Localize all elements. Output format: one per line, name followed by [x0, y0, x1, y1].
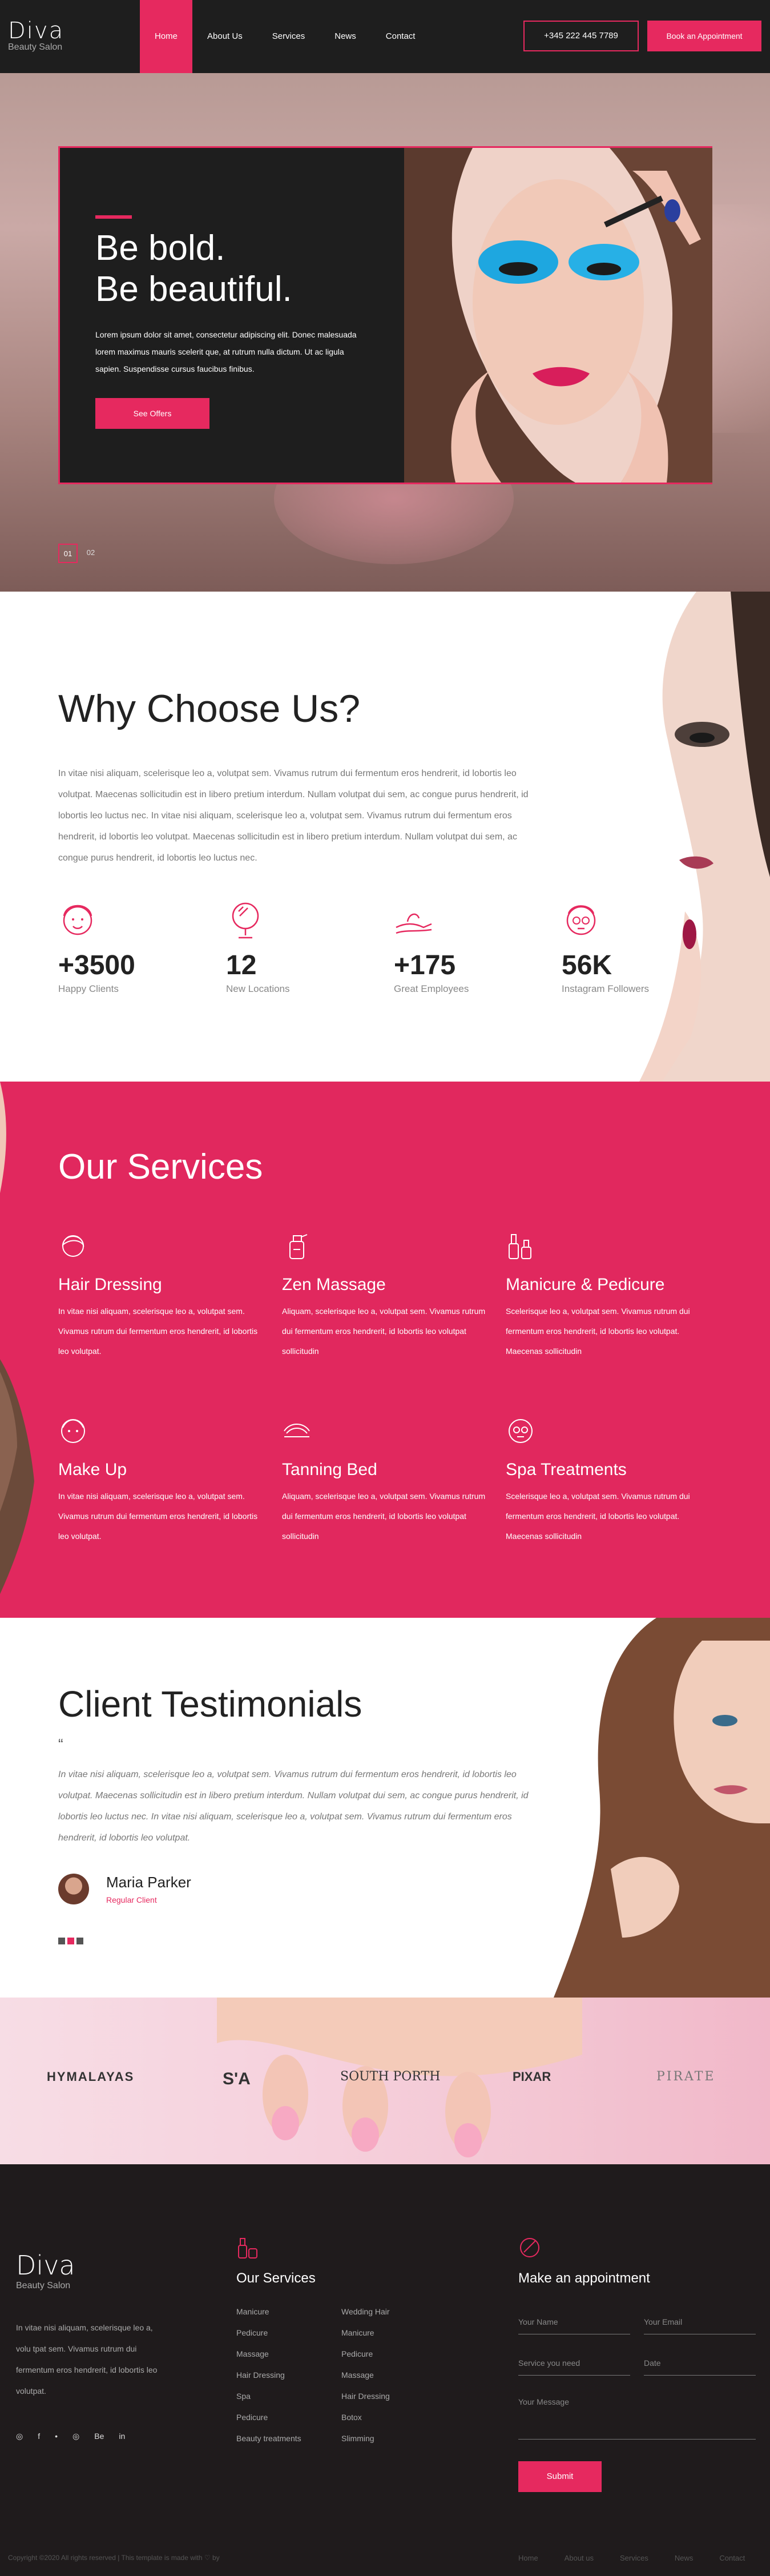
nav-contact[interactable]: Contact [371, 0, 430, 73]
nav-news[interactable]: News [320, 0, 371, 73]
nav-home[interactable]: Home [140, 0, 193, 73]
book-appointment-button[interactable]: Book an Appointment [647, 21, 761, 51]
main-nav: Home About Us Services News Contact [140, 0, 430, 73]
site-header: Diva Beauty Salon Home About Us Services… [0, 0, 770, 73]
logo-subtitle: Beauty Salon [8, 42, 63, 52]
phone-button[interactable]: +345 222 445 7789 [523, 21, 639, 51]
page-spacer [0, 0, 770, 2576]
logo[interactable]: Diva Beauty Salon [8, 18, 64, 53]
nav-about-us[interactable]: About Us [192, 0, 257, 73]
logo-name: Diva [8, 18, 64, 44]
nav-services[interactable]: Services [257, 0, 320, 73]
